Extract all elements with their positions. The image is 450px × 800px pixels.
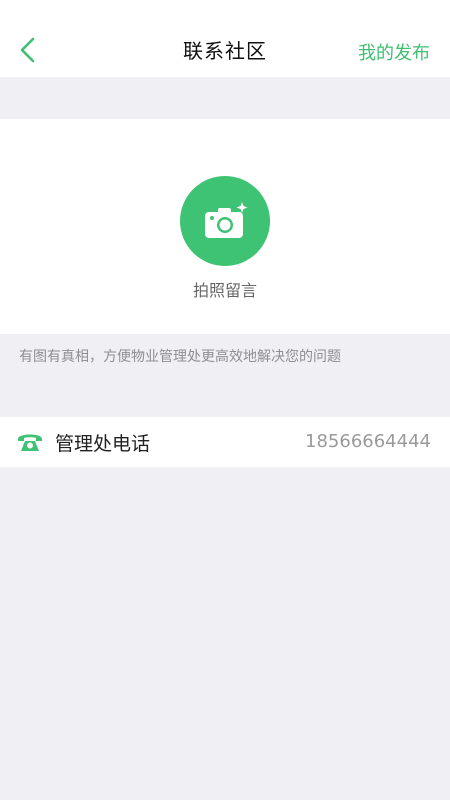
hint-text: 有图有真相，方便物业管理处更高效地解决您的问题 — [19, 349, 341, 365]
management-phone-row[interactable]: 管理处电话 18566664444 — [0, 417, 450, 467]
phone-icon — [18, 434, 42, 451]
camera-icon — [205, 202, 248, 238]
management-phone-label: 管理处电话 — [55, 433, 151, 455]
header-bar: 联系社区 我的发布 — [0, 0, 450, 77]
my-posts-button[interactable]: 我的发布 — [358, 39, 430, 65]
take-photo-button[interactable] — [180, 176, 270, 266]
take-photo-label: 拍照留言 — [192, 281, 257, 300]
photo-message-panel: 拍照留言 — [0, 119, 450, 334]
management-phone-number[interactable]: 18566664444 — [305, 431, 431, 452]
